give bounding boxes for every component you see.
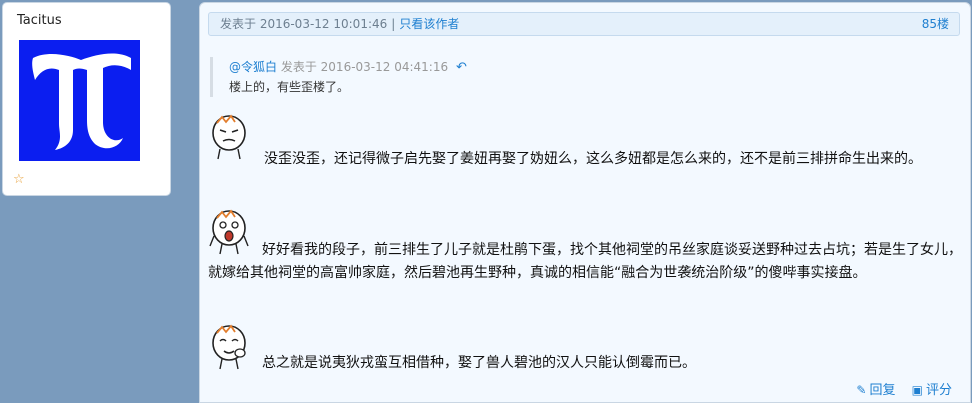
- quote-user-link[interactable]: @令狐白: [229, 60, 277, 74]
- jump-to-post-icon[interactable]: ↶: [456, 60, 467, 75]
- pencil-icon: ✎: [856, 383, 867, 397]
- avatar-letter-inner: [77, 74, 83, 138]
- rate-icon: ▣: [911, 383, 923, 397]
- post-actions: ✎ 回复 ▣ 评分: [844, 379, 952, 398]
- post-time: 发表于 2016-03-12 10:01:46: [220, 17, 388, 31]
- reply-label: 回复: [869, 383, 896, 398]
- only-author-link[interactable]: 只看该作者: [399, 17, 459, 31]
- post: 发表于 2016-03-12 10:01:46 | 只看该作者 85楼 @令狐白 发…: [199, 2, 971, 403]
- post-paragraph: 没歪没歪，还记得微子启先娶了姜妞再娶了妫妞么，这么多妞都是怎么来的，还不是前三排…: [264, 151, 922, 167]
- post-paragraph: 好好看我的段子，前三排生了儿子就是杜鹃下蛋，找个其他祠堂的吊丝家庭谈妥送野种过去…: [208, 242, 962, 281]
- reply-button[interactable]: ✎ 回复: [856, 383, 895, 398]
- floor-number[interactable]: 85楼: [922, 13, 949, 35]
- header-separator: |: [391, 17, 396, 31]
- post-paragraph: 总之就是说夷狄戎蛮互相借种，娶了兽人碧池的汉人只能认倒霉而已。: [262, 355, 696, 371]
- post-header: 发表于 2016-03-12 10:01:46 | 只看该作者 85楼: [208, 12, 960, 36]
- user-card: Tacitus ☆: [2, 2, 171, 196]
- quote-meta: 发表于 2016-03-12 04:41:16: [280, 60, 449, 74]
- quote-text: 楼上的，有些歪楼了。: [229, 80, 350, 94]
- rate-label: 评分: [925, 383, 952, 398]
- avatar[interactable]: [19, 40, 140, 161]
- quote-block: @令狐白 发表于 2016-03-12 04:41:16 ↶ 楼上的，有些歪楼了…: [210, 57, 467, 97]
- username[interactable]: Tacitus: [17, 13, 62, 28]
- star-icon: ☆: [13, 172, 25, 187]
- rate-button[interactable]: ▣ 评分: [912, 383, 952, 398]
